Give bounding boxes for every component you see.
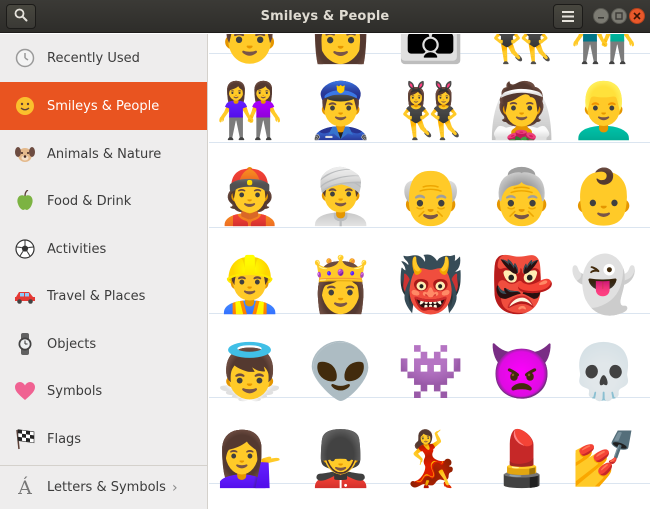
emoji-button[interactable]: 👽 bbox=[307, 341, 374, 403]
sidebar-item-label: Travel & Places bbox=[47, 288, 146, 304]
sidebar-item-activities[interactable]: Activities bbox=[0, 225, 207, 273]
emoji-button[interactable]: 👪 bbox=[397, 34, 464, 66]
heart-icon bbox=[14, 380, 36, 402]
sidebar-item-label: Smileys & People bbox=[47, 98, 160, 114]
emoji-button[interactable]: 💂‍♂️ bbox=[307, 428, 374, 490]
emoji-button[interactable]: 👱‍♂️ bbox=[570, 80, 637, 142]
sidebar-item-label: Recently Used bbox=[47, 50, 140, 66]
chevron-right-icon: › bbox=[171, 479, 178, 496]
sidebar-item-label: Letters & Symbols bbox=[47, 480, 166, 495]
emoji-button[interactable]: 👩 bbox=[307, 34, 374, 66]
emoji-button[interactable]: 👶 bbox=[570, 166, 637, 228]
sidebar-item-food-drink[interactable]: Food & Drink bbox=[0, 177, 207, 225]
emoji-button[interactable]: 👹 bbox=[397, 254, 464, 316]
emoji-button[interactable]: 👻 bbox=[570, 254, 637, 316]
search-icon bbox=[14, 7, 28, 26]
emoji-button[interactable]: 💄 bbox=[488, 428, 555, 490]
sidebar-item-smileys-people[interactable]: Smileys & People bbox=[0, 82, 207, 130]
accented-letter-icon: Á bbox=[18, 476, 32, 499]
search-button[interactable] bbox=[6, 4, 36, 29]
sidebar-item-symbols[interactable]: Symbols bbox=[0, 367, 207, 415]
clock-icon bbox=[14, 47, 36, 69]
emoji-button[interactable]: 👲 bbox=[216, 166, 283, 228]
minimize-button[interactable] bbox=[593, 8, 609, 24]
emoji-button[interactable]: 👸 bbox=[307, 254, 374, 316]
sidebar-item-letters-symbols[interactable]: Á Letters & Symbols › bbox=[0, 466, 207, 509]
emoji-button[interactable]: 👵 bbox=[488, 166, 555, 228]
sidebar-item-label: Symbols bbox=[47, 383, 103, 399]
emoji-button[interactable]: 👰 bbox=[488, 80, 555, 142]
sidebar-item-objects[interactable]: Objects bbox=[0, 320, 207, 368]
sidebar-item-animals-nature[interactable]: Animals & Nature bbox=[0, 130, 207, 178]
chequered-flag-icon bbox=[14, 428, 36, 450]
emoji-button[interactable]: 👾 bbox=[397, 341, 464, 403]
emoji-button[interactable]: 👴 bbox=[397, 166, 464, 228]
soccer-ball-icon bbox=[14, 238, 36, 260]
emoji-button[interactable]: 💃 bbox=[397, 428, 464, 490]
emoji-button[interactable]: 👭 bbox=[216, 80, 283, 142]
sidebar-item-label: Flags bbox=[47, 431, 82, 447]
sidebar-item-recently-used[interactable]: Recently Used bbox=[0, 34, 207, 82]
sidebar-item-label: Objects bbox=[47, 336, 97, 352]
emoji-button[interactable]: 💀 bbox=[570, 341, 637, 403]
close-button[interactable] bbox=[629, 8, 645, 24]
hamburger-menu-icon bbox=[562, 7, 574, 26]
sidebar-item-label: Activities bbox=[47, 241, 107, 257]
emoji-button[interactable]: 👮‍♂️ bbox=[307, 80, 374, 142]
sidebar-item-label: Food & Drink bbox=[47, 193, 132, 209]
dog-icon bbox=[14, 143, 36, 165]
smiley-icon bbox=[14, 95, 36, 117]
apple-icon bbox=[14, 190, 36, 212]
emoji-button[interactable]: 👨 bbox=[216, 34, 283, 66]
header-bar: Smileys & People bbox=[0, 0, 650, 33]
sidebar-item-flags[interactable]: Flags bbox=[0, 415, 207, 463]
menu-button[interactable] bbox=[553, 4, 583, 29]
emoji-button[interactable]: 👯‍♂️ bbox=[488, 34, 555, 66]
emoji-button[interactable]: 👬 bbox=[570, 34, 637, 66]
emoji-button[interactable]: 💁‍♀️ bbox=[216, 428, 283, 490]
sidebar-item-label: Animals & Nature bbox=[47, 146, 162, 162]
category-sidebar: Recently Used Smileys & People Animals &… bbox=[0, 34, 208, 509]
emoji-button[interactable]: 👳‍♂️ bbox=[307, 166, 374, 228]
grid-row-divider bbox=[209, 142, 650, 143]
emoji-button[interactable]: 👼 bbox=[216, 341, 283, 403]
emoji-button[interactable]: 👿 bbox=[488, 341, 555, 403]
emoji-grid: 👨 👩 👪 👯‍♂️ 👬 👭 👮‍♂️ 👯‍♀️ 👰 👱‍♂️ 👲 👳‍♂️ 👴 👵 👶 👷‍♂️ 👸 👹 👺 👻 👼 👽… bbox=[209, 34, 650, 509]
emoji-button[interactable]: 👷‍♂️ bbox=[216, 254, 283, 316]
sidebar-item-travel-places[interactable]: Travel & Places bbox=[0, 272, 207, 320]
emoji-button[interactable]: 💅 bbox=[570, 428, 637, 490]
emoji-button[interactable]: 👺 bbox=[488, 254, 555, 316]
car-icon bbox=[14, 285, 36, 307]
maximize-button[interactable] bbox=[611, 8, 627, 24]
emoji-button[interactable]: 👯‍♀️ bbox=[397, 80, 464, 142]
watch-icon bbox=[14, 333, 36, 355]
